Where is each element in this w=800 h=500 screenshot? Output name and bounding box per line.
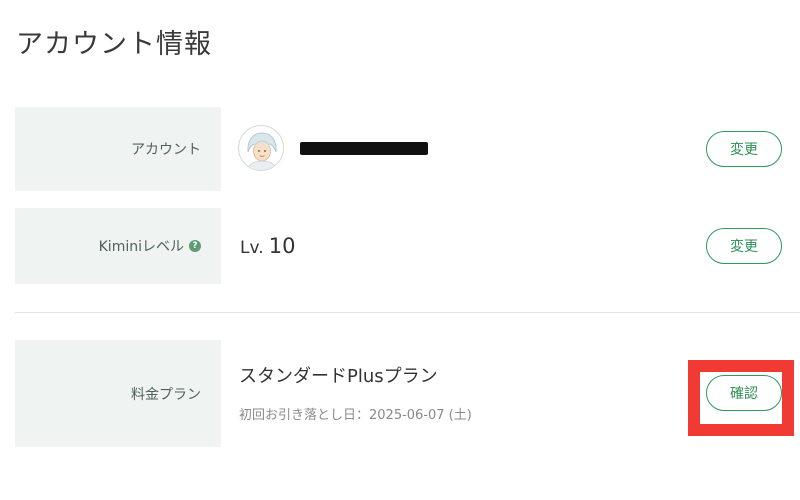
help-icon[interactable]: ? bbox=[189, 240, 201, 252]
plan-label: 料金プラン bbox=[131, 386, 201, 403]
change-account-button[interactable]: 変更 bbox=[706, 131, 782, 167]
level-number: 10 bbox=[268, 234, 296, 258]
level-prefix: Lv. bbox=[240, 238, 264, 258]
level-value: Lv. 10 bbox=[240, 234, 295, 258]
section-divider bbox=[15, 312, 800, 313]
change-level-button[interactable]: 変更 bbox=[706, 228, 782, 264]
plan-name: スタンダードPlusプラン bbox=[239, 366, 438, 387]
plan-label-cell: 料金プラン bbox=[15, 340, 221, 447]
account-info-page: アカウント情報 アカウント 変更 Kiminiレベル ? Lv. 10 変更 料… bbox=[0, 0, 800, 500]
user-avatar-icon bbox=[238, 125, 284, 171]
redacted-account-name bbox=[300, 142, 428, 155]
avatar-illustration bbox=[240, 127, 283, 170]
confirm-plan-button[interactable]: 確認 bbox=[706, 375, 782, 411]
page-title: アカウント情報 bbox=[16, 29, 212, 60]
account-label-cell: アカウント bbox=[15, 107, 221, 191]
next-billing-date: 初回お引き落とし日：2025-06-07 (土) bbox=[239, 408, 472, 423]
level-label-cell: Kiminiレベル ? bbox=[15, 208, 221, 284]
level-label: Kiminiレベル bbox=[98, 239, 184, 255]
account-label: アカウント bbox=[131, 142, 201, 158]
